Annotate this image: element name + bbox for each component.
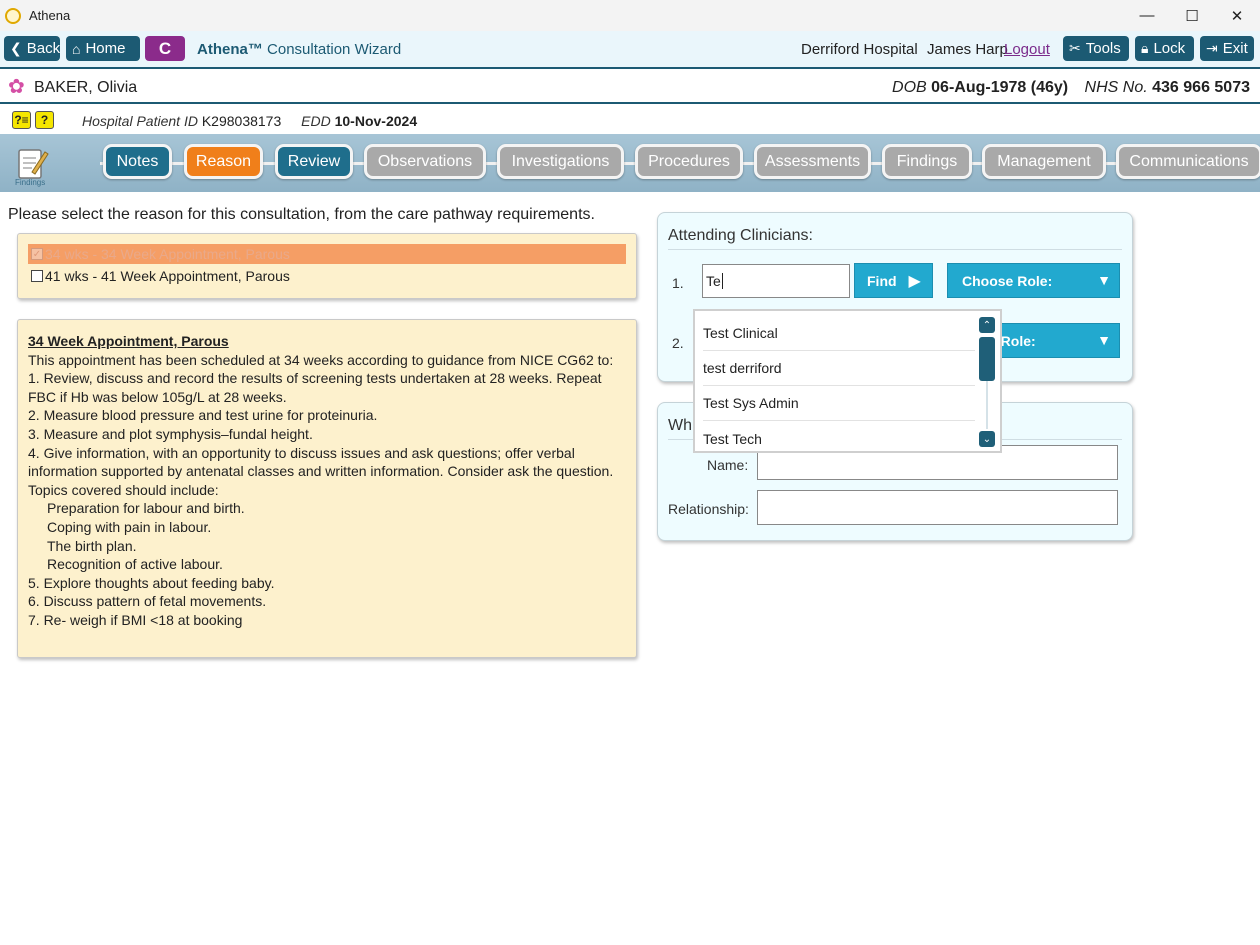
checkbox-icon[interactable] (31, 270, 43, 282)
step-reason[interactable]: Reason (184, 144, 263, 179)
description-topic: Preparation for labour and birth. (47, 500, 245, 517)
clinician-autocomplete-list: Test Clinical test derriford Test Sys Ad… (693, 309, 1002, 453)
reason-description-panel: 34 Week Appointment, Parous This appoint… (17, 319, 637, 658)
checkbox-checked-icon[interactable]: ✓ (31, 248, 43, 260)
find-button[interactable]: Find ▶ (854, 263, 933, 298)
wizard-steps-bar: Findings Notes Reason Review Observation… (0, 134, 1260, 192)
description-line: 4. Give information, with an opportunity… (28, 444, 614, 480)
step-notes[interactable]: Notes (103, 144, 172, 179)
close-window-button[interactable]: ✕ (1214, 0, 1260, 31)
exit-icon: ⇥ (1206, 40, 1218, 56)
name-label: Name: (707, 457, 749, 473)
logout-link[interactable]: Logout (1004, 41, 1050, 58)
lock-button[interactable]: 🔒︎ Lock (1135, 36, 1194, 61)
back-button[interactable]: ❮ Back (4, 36, 60, 61)
findings-notepad-icon (18, 149, 49, 179)
choose-role-2-dropdown[interactable]: e Role: ▼ (988, 323, 1120, 358)
reason-options-panel: ✓ 34 wks - 34 Week Appointment, Parous 4… (17, 233, 637, 299)
user-name: James Harp (927, 41, 1008, 58)
maximize-button[interactable]: ☐ (1169, 0, 1215, 31)
description-line: Topics covered should include: (28, 481, 219, 498)
autocomplete-option[interactable]: test derriford (703, 351, 975, 386)
patient-id-bar: ?≡ ? Hospital Patient ID K298038173 EDD … (0, 104, 1260, 134)
description-line: 3. Measure and plot symphysis–fundal hei… (28, 425, 313, 442)
window-titlebar: Athena — ☐ ✕ (0, 0, 1260, 31)
description-topic: Coping with pain in labour. (47, 518, 212, 535)
autocomplete-option[interactable]: Test Tech (703, 421, 975, 456)
step-procedures[interactable]: Procedures (635, 144, 743, 179)
description-line: This appointment has been scheduled at 3… (28, 351, 614, 368)
who-present-title: Wh (668, 417, 692, 434)
tools-icon: ✂ (1069, 40, 1081, 56)
exit-button[interactable]: ⇥ Exit (1200, 36, 1254, 61)
clinician-1-search-input[interactable]: Te (702, 264, 850, 298)
autocomplete-option[interactable]: Test Clinical (703, 316, 975, 351)
tools-button[interactable]: ✂ Tools (1063, 36, 1129, 61)
description-line: 6. Discuss pattern of fetal movements. (28, 593, 267, 610)
description-topic: The birth plan. (47, 537, 137, 554)
reason-option-34wks[interactable]: ✓ 34 wks - 34 Week Appointment, Parous (28, 244, 626, 264)
help-icon[interactable]: ? (35, 111, 54, 129)
clinician-row-1-number: 1. (672, 275, 684, 291)
relationship-input[interactable] (757, 490, 1118, 525)
home-button[interactable]: ⌂ Home (66, 36, 140, 61)
step-investigations[interactable]: Investigations (497, 144, 624, 179)
lock-icon: 🔒︎ (1141, 40, 1149, 56)
autocomplete-option[interactable]: Test Sys Admin (703, 386, 975, 421)
window-title: Athena (29, 8, 71, 23)
dropdown-arrow-icon: ▼ (1097, 332, 1111, 348)
reason-prompt: Please select the reason for this consul… (8, 206, 595, 223)
description-topic: Recognition of active labour. (47, 556, 223, 573)
description-line: 2. Measure blood pressure and test urine… (28, 407, 378, 424)
step-review[interactable]: Review (275, 144, 353, 179)
step-management[interactable]: Management (982, 144, 1106, 179)
autocomplete-scrollbar[interactable]: ⌃ ⌄ (979, 317, 995, 447)
play-arrow-icon: ▶ (908, 272, 921, 290)
panel-divider (668, 249, 1122, 250)
flower-icon: ✿ (8, 76, 25, 98)
scroll-up-icon[interactable]: ⌃ (979, 317, 995, 333)
alerts-icon[interactable]: ?≡ (12, 111, 31, 129)
description-line: 7. Re- weigh if BMI <18 at booking (28, 611, 243, 628)
scroll-track[interactable] (986, 381, 988, 429)
scroll-down-icon[interactable]: ⌄ (979, 431, 995, 447)
minimize-button[interactable]: — (1124, 0, 1170, 31)
c-button[interactable]: C (145, 36, 185, 61)
main-toolbar: ❮ Back ⌂ Home C Athena™ Consultation Wiz… (0, 31, 1260, 67)
step-observations[interactable]: Observations (364, 144, 486, 179)
hospital-id: Hospital Patient ID K298038173 EDD 10-No… (82, 113, 418, 129)
description-line: 1. Review, discuss and record the result… (28, 370, 602, 405)
choose-role-1-dropdown[interactable]: Choose Role: ▼ (947, 263, 1120, 298)
athena-logo-icon (5, 7, 21, 24)
patient-name: BAKER, Olivia (34, 79, 138, 96)
findings-icon-label: Findings (15, 178, 46, 187)
reason-option-41wks[interactable]: 41 wks - 41 Week Appointment, Parous (28, 266, 626, 286)
clinician-row-2-number: 2. (672, 335, 684, 351)
attending-clinicians-title: Attending Clinicians: (668, 227, 813, 244)
wizard-title: Athena™ Consultation Wizard (197, 41, 402, 58)
description-title: 34 Week Appointment, Parous (28, 333, 229, 349)
chevron-left-icon: ❮ (10, 40, 22, 56)
home-icon: ⌂ (72, 40, 81, 57)
dropdown-arrow-icon: ▼ (1097, 272, 1111, 288)
relationship-label: Relationship: (668, 501, 749, 517)
patient-banner: ✿ BAKER, Olivia DOB 06-Aug-1978 (46y) NH… (0, 67, 1260, 104)
step-assessments[interactable]: Assessments (754, 144, 871, 179)
step-findings[interactable]: Findings (882, 144, 972, 179)
step-communications[interactable]: Communications (1116, 144, 1260, 179)
scroll-thumb[interactable] (979, 337, 995, 381)
reason-description: 34 Week Appointment, Parous This appoint… (28, 332, 628, 630)
patient-demographics: DOB 06-Aug-1978 (46y) NHS No. 436 966 50… (892, 79, 1250, 96)
text-cursor (721, 273, 723, 289)
description-line: 5. Explore thoughts about feeding baby. (28, 574, 275, 591)
hospital-name: Derriford Hospital (801, 41, 918, 58)
